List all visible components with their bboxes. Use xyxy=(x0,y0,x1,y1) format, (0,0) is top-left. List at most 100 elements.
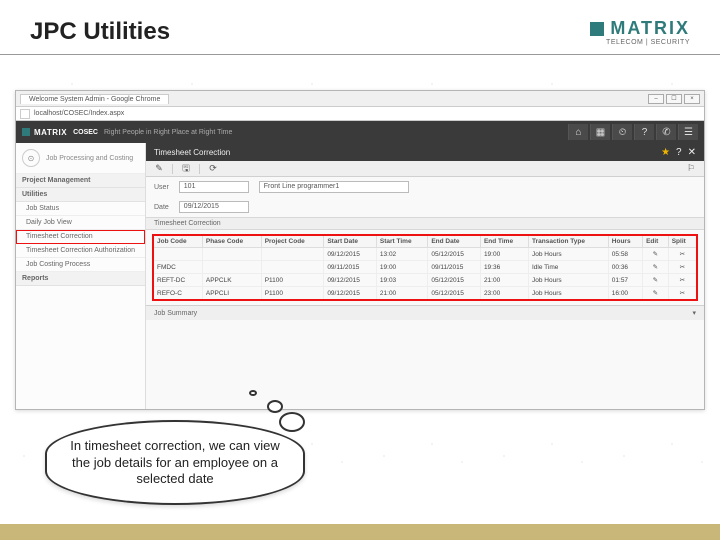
browser-tab[interactable]: Welcome System Admin - Google Chrome xyxy=(20,94,169,104)
toolbar-save-icon[interactable]: ✎ xyxy=(152,163,166,174)
edit-icon[interactable]: ✎ xyxy=(643,274,669,287)
brand: MATRIX TELECOM | SECURITY xyxy=(590,18,690,46)
brand-square-icon xyxy=(590,22,604,36)
cell-proj: P1100 xyxy=(261,287,324,301)
app-tagline: Right People in Right Place at Right Tim… xyxy=(104,129,232,136)
toolbar-flag-icon[interactable]: ⚐ xyxy=(684,163,698,174)
clock-icon[interactable]: ⏲ xyxy=(612,124,632,140)
col-hours[interactable]: Hours xyxy=(608,235,642,248)
col-end-date[interactable]: End Date xyxy=(428,235,481,248)
col-edit[interactable]: Edit xyxy=(643,235,669,248)
toolbar-sep xyxy=(172,164,173,174)
grid-icon[interactable]: ▦ xyxy=(590,124,610,140)
brand-name: MATRIX xyxy=(610,18,690,39)
cell-hrs: 01:57 xyxy=(608,274,642,287)
cell-sd: 09/12/2015 xyxy=(324,274,377,287)
help-icon[interactable]: ? xyxy=(634,124,654,140)
main-panel: Timesheet Correction ★ ? ✕ ✎ 🖫 ⟳ ⚐ User … xyxy=(146,143,704,409)
sidebar-module[interactable]: ⊙ Job Processing and Costing xyxy=(16,143,145,174)
split-icon[interactable]: ✂ xyxy=(668,274,697,287)
user-id-input[interactable]: 101 xyxy=(179,181,249,193)
chevron-down-icon: ▾ xyxy=(692,309,696,317)
browser-tabrow: Welcome System Admin - Google Chrome – ☐… xyxy=(16,91,704,107)
job-summary-bar[interactable]: Job Summary ▾ xyxy=(146,305,704,320)
panel-title-actions: ★ ? ✕ xyxy=(661,147,696,158)
module-icon: ⊙ xyxy=(22,149,40,167)
table-wrap: Job Code Phase Code Project Code Start D… xyxy=(146,230,704,305)
split-icon[interactable]: ✂ xyxy=(668,287,697,301)
cell-job: REFO-C xyxy=(153,287,202,301)
app-header-icons: ⌂ ▦ ⏲ ? ✆ ☰ xyxy=(568,124,698,140)
col-project-code[interactable]: Project Code xyxy=(261,235,324,248)
split-icon[interactable]: ✂ xyxy=(668,261,697,274)
col-end-time[interactable]: End Time xyxy=(480,235,528,248)
cell-tx: Job Hours xyxy=(529,274,609,287)
cell-et: 21:00 xyxy=(480,274,528,287)
panel-close-icon[interactable]: ✕ xyxy=(688,147,696,158)
cell-hrs: 00:36 xyxy=(608,261,642,274)
table-head: Job Code Phase Code Project Code Start D… xyxy=(153,235,697,248)
phone-icon[interactable]: ✆ xyxy=(656,124,676,140)
star-icon[interactable]: ★ xyxy=(661,147,670,158)
edit-icon[interactable]: ✎ xyxy=(643,261,669,274)
callout-bubble: In timesheet correction, we can view the… xyxy=(45,420,305,505)
cell-st: 19:00 xyxy=(376,261,427,274)
window-buttons: – ☐ × xyxy=(648,94,700,104)
cell-et: 19:00 xyxy=(480,248,528,261)
panel-toolbar: ✎ 🖫 ⟳ ⚐ xyxy=(146,161,704,177)
brand-logo: MATRIX xyxy=(590,18,690,39)
module-label: Job Processing and Costing xyxy=(46,155,133,162)
url-text[interactable]: localhost/COSEC/Index.aspx xyxy=(34,110,124,117)
window-close-button[interactable]: × xyxy=(684,94,700,104)
date-input[interactable]: 09/12/2015 xyxy=(179,201,249,213)
window-max-button[interactable]: ☐ xyxy=(666,94,682,104)
col-tx-type[interactable]: Transaction Type xyxy=(529,235,609,248)
job-summary-label: Job Summary xyxy=(154,310,197,317)
toolbar-refresh-icon[interactable]: ⟳ xyxy=(206,163,220,174)
table-body: 09/12/201513:0205/12/201519:00Job Hours0… xyxy=(153,248,697,301)
col-job-code[interactable]: Job Code xyxy=(153,235,202,248)
app-logo: MATRIX xyxy=(22,128,67,137)
cell-st: 19:03 xyxy=(376,274,427,287)
home-icon[interactable]: ⌂ xyxy=(568,124,588,140)
cell-sd: 09/11/2015 xyxy=(324,261,377,274)
cell-hrs: 05:58 xyxy=(608,248,642,261)
cell-sd: 09/12/2015 xyxy=(324,248,377,261)
panel-help-icon[interactable]: ? xyxy=(676,147,682,158)
edit-icon[interactable]: ✎ xyxy=(643,248,669,261)
address-bar: localhost/COSEC/Index.aspx xyxy=(16,107,704,121)
user-name-input[interactable]: Front Line programmer1 xyxy=(259,181,409,193)
cell-tx: Idle Time xyxy=(529,261,609,274)
col-start-date[interactable]: Start Date xyxy=(324,235,377,248)
toolbar-export-icon[interactable]: 🖫 xyxy=(179,161,193,177)
edit-icon[interactable]: ✎ xyxy=(643,287,669,301)
col-phase-code[interactable]: Phase Code xyxy=(202,235,261,248)
sidebar-section-pm[interactable]: Project Management xyxy=(16,174,145,188)
cell-phase xyxy=(202,261,261,274)
sidebar-item-tca[interactable]: Timesheet Correction Authorization xyxy=(16,244,145,258)
bottom-strip xyxy=(0,524,720,540)
sidebar-item-timesheet-correction[interactable]: Timesheet Correction xyxy=(16,230,145,244)
table-row[interactable]: REFT-DCAPPCLKP110009/12/201519:0305/12/2… xyxy=(153,274,697,287)
menu-icon[interactable]: ☰ xyxy=(678,124,698,140)
col-start-time[interactable]: Start Time xyxy=(376,235,427,248)
timesheet-table: Job Code Phase Code Project Code Start D… xyxy=(152,234,698,301)
brand-subtitle: TELECOM | SECURITY xyxy=(606,39,690,46)
table-row[interactable]: REFO-CAPPCLIP110009/12/201521:0005/12/20… xyxy=(153,287,697,301)
split-icon[interactable]: ✂ xyxy=(668,248,697,261)
panel-titlebar: Timesheet Correction ★ ? ✕ xyxy=(146,143,704,161)
col-split[interactable]: Split xyxy=(668,235,697,248)
sidebar-item-daily-job-view[interactable]: Daily Job View xyxy=(16,216,145,230)
cell-ed: 05/12/2015 xyxy=(428,248,481,261)
sidebar-item-jcp[interactable]: Job Costing Process xyxy=(16,258,145,272)
window-min-button[interactable]: – xyxy=(648,94,664,104)
cell-tx: Job Hours xyxy=(529,248,609,261)
table-row[interactable]: FMDC09/11/201519:0009/11/201519:36Idle T… xyxy=(153,261,697,274)
sidebar-item-job-status[interactable]: Job Status xyxy=(16,202,145,216)
sidebar-section-reports[interactable]: Reports xyxy=(16,272,145,286)
table-row[interactable]: 09/12/201513:0205/12/201519:00Job Hours0… xyxy=(153,248,697,261)
callout-text: In timesheet correction, we can view the… xyxy=(70,438,280,486)
user-label: User xyxy=(154,184,169,191)
cell-ed: 05/12/2015 xyxy=(428,274,481,287)
sidebar-section-util[interactable]: Utilities xyxy=(16,188,145,202)
